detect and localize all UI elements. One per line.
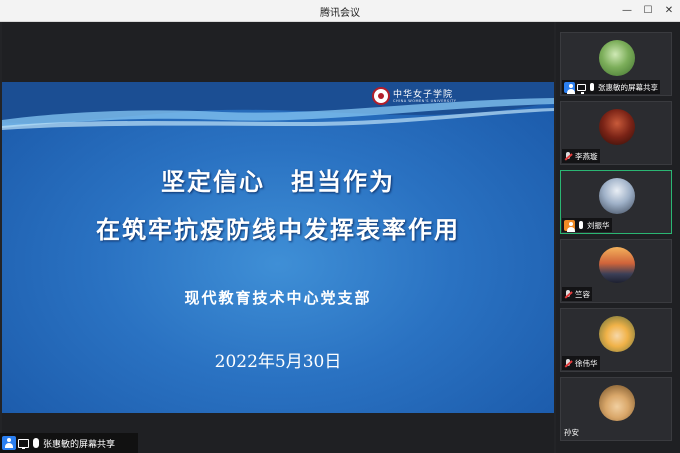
minimize-button[interactable]: —	[619, 3, 635, 19]
mic-muted-icon	[564, 289, 573, 299]
microphone-icon	[590, 83, 594, 91]
screen-share-icon	[18, 438, 29, 449]
slide-date: 2022年5月30日	[214, 352, 342, 372]
cartoon-pirate-avatar	[599, 385, 635, 421]
participant-name: 张惠敏的屏幕共享	[598, 82, 658, 92]
screen-share-icon	[577, 83, 586, 94]
slide-title-line2: 在筑牢抗疫防线中发挥表率作用	[96, 216, 460, 244]
participant-name: 刘振华	[587, 220, 610, 230]
participant-label: 刘振华	[562, 218, 612, 232]
participant-label: 张惠敏的屏幕共享	[562, 80, 660, 94]
maximize-button[interactable]: ☐	[640, 3, 656, 19]
share-label: 张惠敏的屏幕共享	[43, 439, 116, 450]
green-leaf-avatar	[599, 40, 635, 76]
participant-label: 徐伟华	[562, 356, 600, 370]
slide-department: 现代教育技术中心党支部	[184, 289, 372, 307]
cartoon-ninja-avatar	[599, 316, 635, 352]
participant-label: 孙安	[562, 425, 581, 439]
meeting-window: 腾讯会议 — ☐ ✕ 中华女子学院 CHINA WOMEN'S UNIVERSI…	[0, 0, 680, 453]
participant-name: 李燕璇	[575, 151, 598, 161]
user-icon	[564, 219, 575, 232]
participant-list: 张惠敏的屏幕共享 李燕璇 刘振华 竺容 徐伟华 孙安	[556, 22, 680, 453]
participant-tile[interactable]: 刘振华	[560, 170, 672, 234]
microphone-icon	[33, 438, 39, 448]
mic-muted-icon	[564, 358, 573, 368]
participant-name: 孙安	[564, 427, 579, 437]
user-icon	[564, 81, 575, 94]
university-logo: 中华女子学院 CHINA WOMEN'S UNIVERSITY	[372, 87, 458, 107]
slide-header-wave	[2, 82, 554, 130]
participant-label: 竺容	[562, 287, 592, 301]
participant-tile[interactable]: 张惠敏的屏幕共享	[560, 32, 672, 96]
tree-sky-avatar	[599, 178, 635, 214]
mic-muted-icon	[564, 151, 573, 161]
user-icon	[2, 436, 16, 450]
participant-label: 李燕璇	[562, 149, 600, 163]
microphone-icon	[579, 221, 583, 229]
title-bar: 腾讯会议 — ☐ ✕	[0, 0, 680, 22]
dark-red-avatar	[599, 109, 635, 145]
participant-tile[interactable]: 李燕璇	[560, 101, 672, 165]
participant-name: 竺容	[575, 289, 590, 299]
university-name-en: CHINA WOMEN'S UNIVERSITY	[393, 99, 457, 103]
participant-tile[interactable]: 竺容	[560, 239, 672, 303]
participant-name: 徐伟华	[575, 358, 598, 368]
presentation-slide: 中华女子学院 CHINA WOMEN'S UNIVERSITY 坚定信心 担当作…	[2, 82, 554, 413]
participant-tile[interactable]: 徐伟华	[560, 308, 672, 372]
university-seal-icon	[372, 87, 390, 105]
participant-tile[interactable]: 孙安	[560, 377, 672, 441]
screen-share-indicator[interactable]: 张惠敏的屏幕共享	[0, 433, 138, 453]
close-button[interactable]: ✕	[661, 3, 677, 19]
shared-screen-area: 中华女子学院 CHINA WOMEN'S UNIVERSITY 坚定信心 担当作…	[2, 22, 554, 453]
window-title: 腾讯会议	[320, 8, 360, 19]
sunset-avatar	[599, 247, 635, 283]
slide-title-line1: 坚定信心 担当作为	[161, 168, 395, 196]
